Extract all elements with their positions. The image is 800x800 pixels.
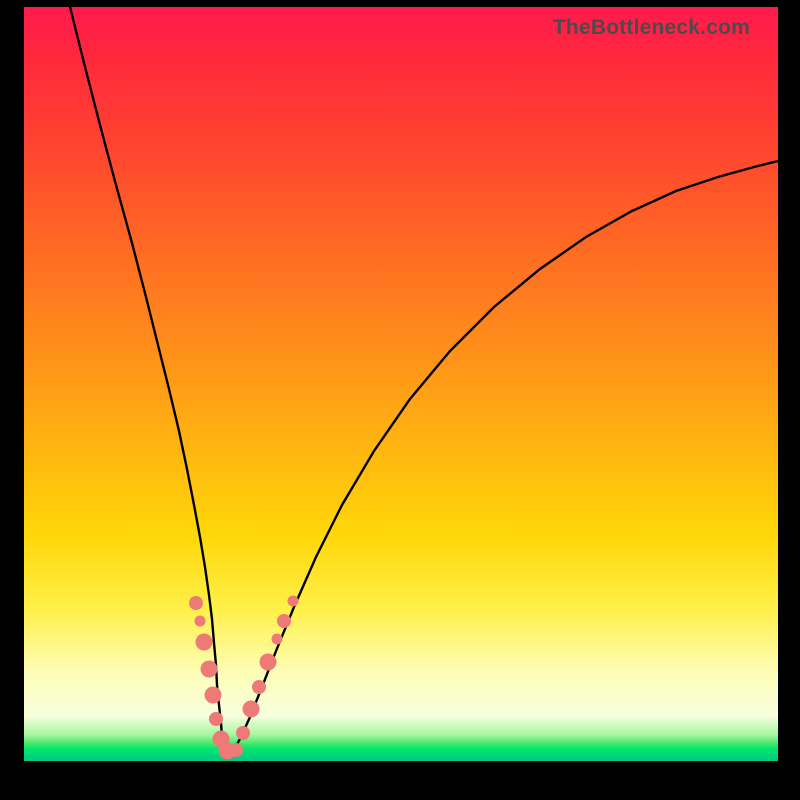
marker-dot — [196, 634, 213, 651]
marker-dot — [195, 616, 206, 627]
marker-dot — [277, 614, 291, 628]
marker-dot — [260, 654, 277, 671]
marker-dot — [243, 701, 260, 718]
marker-dot — [229, 743, 243, 757]
right-curve — [226, 161, 778, 759]
marker-dot — [205, 687, 222, 704]
marker-dots-group — [189, 596, 299, 760]
chart-svg — [24, 7, 778, 761]
marker-dot — [209, 712, 223, 726]
plot-area: TheBottleneck.com — [24, 7, 778, 761]
marker-dot — [236, 726, 250, 740]
marker-dot — [252, 680, 266, 694]
marker-dot — [189, 596, 203, 610]
marker-dot — [201, 661, 218, 678]
marker-dot — [272, 634, 283, 645]
marker-dot — [288, 596, 299, 607]
